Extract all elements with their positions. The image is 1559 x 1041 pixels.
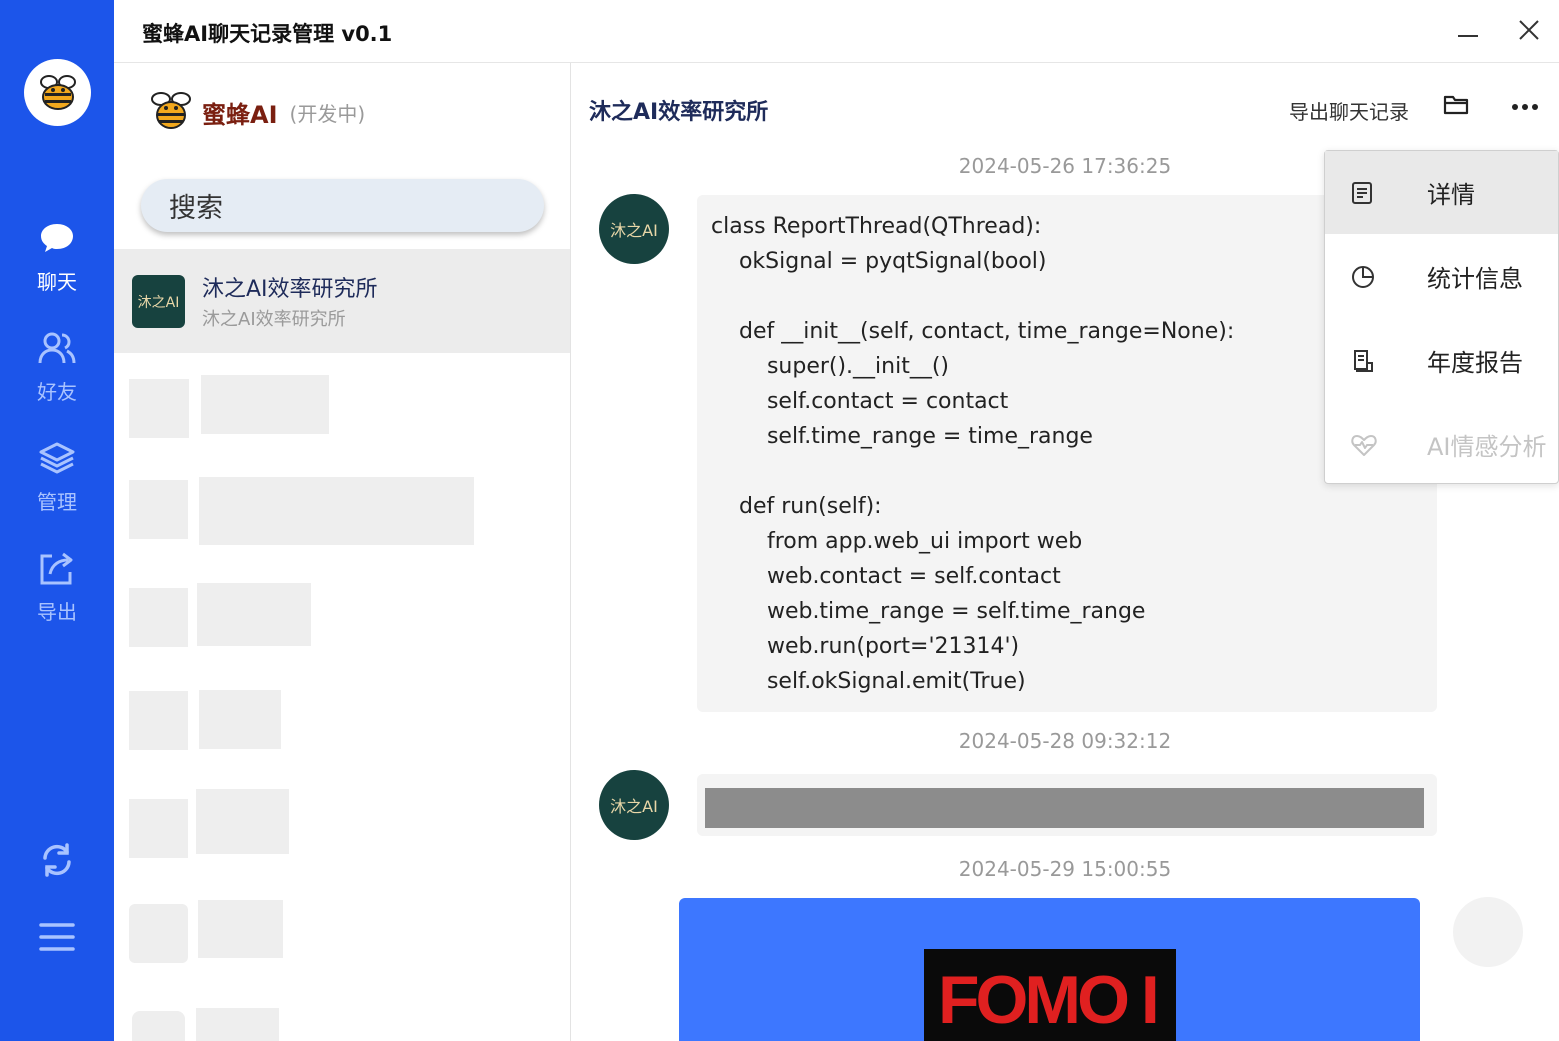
more-dots-icon xyxy=(1511,104,1539,124)
placeholder-avatar xyxy=(129,588,188,647)
menu-item-label: 详情 xyxy=(1427,181,1475,209)
title-bar: 蜜蜂AI聊天记录管理 v0.1 xyxy=(114,0,1559,63)
contact-name: 沐之AI效率研究所 xyxy=(202,277,378,302)
menu-button[interactable] xyxy=(0,922,114,956)
sender-avatar: 沐之AI xyxy=(599,194,669,264)
image-text: FOMO I xyxy=(924,949,1176,1041)
nav-manage[interactable]: 管理 xyxy=(0,438,114,528)
placeholder-avatar xyxy=(132,1011,185,1041)
refresh-button[interactable] xyxy=(0,842,114,882)
refresh-icon xyxy=(39,842,75,882)
export-chat-button[interactable]: 导出聊天记录 xyxy=(1289,96,1409,125)
menu-item-annual-report[interactable]: 年度报告 xyxy=(1325,319,1558,402)
nav-label: 聊天 xyxy=(37,270,77,294)
menu-item-ai-sentiment[interactable]: AI情感分析 xyxy=(1325,403,1558,486)
close-icon xyxy=(1519,20,1539,44)
report-icon xyxy=(1351,349,1377,373)
minimize-icon xyxy=(1458,23,1478,42)
window-title: 蜜蜂AI聊天记录管理 v0.1 xyxy=(142,22,393,46)
close-button[interactable] xyxy=(1513,16,1545,48)
nav-friends[interactable]: 好友 xyxy=(0,328,114,418)
message-timestamp: 2024-05-28 09:32:12 xyxy=(958,729,1172,753)
menu-item-label: 统计信息 xyxy=(1427,265,1523,293)
more-options-button[interactable] xyxy=(1511,94,1539,124)
chat-contact-name: 沐之AI效率研究所 xyxy=(589,100,769,125)
bee-logo-icon xyxy=(24,59,91,126)
menu-item-label: 年度报告 xyxy=(1427,349,1523,377)
menu-item-label: AI情感分析 xyxy=(1427,433,1547,461)
placeholder-text xyxy=(201,375,329,434)
brand: 蜜蜂AI (开发中) xyxy=(148,89,365,135)
layers-icon xyxy=(38,438,76,478)
more-options-menu: 详情 统计信息 年度报告 AI情感分析 xyxy=(1324,150,1559,484)
contact-item[interactable]: 沐之AI 沐之AI效率研究所 沐之AI效率研究所 xyxy=(114,249,570,353)
menu-item-statistics[interactable]: 统计信息 xyxy=(1325,235,1558,318)
placeholder-text xyxy=(196,1008,279,1041)
nav-label: 导出 xyxy=(37,600,77,624)
contact-list-pane: 蜜蜂AI (开发中) 搜索 沐之AI 沐之AI效率研究所 沐之AI效率研究所 xyxy=(114,63,571,1041)
message-timestamp: 2024-05-29 15:00:55 xyxy=(958,857,1172,881)
menu-item-details[interactable]: 详情 xyxy=(1325,151,1558,234)
placeholder-avatar xyxy=(129,480,188,539)
placeholder-text xyxy=(196,789,289,854)
friends-icon xyxy=(38,328,76,368)
redacted-message-bar xyxy=(705,788,1424,828)
nav-chat[interactable]: 聊天 xyxy=(0,218,114,308)
heart-pulse-icon xyxy=(1351,433,1377,457)
sender-avatar: 沐之AI xyxy=(599,770,669,840)
placeholder-avatar xyxy=(129,691,188,750)
brand-name: 蜜蜂AI xyxy=(202,100,278,129)
placeholder-avatar xyxy=(129,379,189,438)
nav-label: 管理 xyxy=(37,490,77,514)
search-input[interactable]: 搜索 xyxy=(141,179,544,232)
left-nav: 聊天 好友 管理 导出 xyxy=(0,0,114,1041)
share-export-icon xyxy=(38,548,76,588)
open-folder-button[interactable] xyxy=(1443,94,1469,120)
folder-icon xyxy=(1443,95,1469,120)
contact-last-message: 沐之AI效率研究所 xyxy=(202,309,346,330)
placeholder-avatar xyxy=(129,904,188,963)
document-icon xyxy=(1351,181,1377,205)
placeholder-text xyxy=(199,477,474,545)
self-avatar xyxy=(1453,897,1523,967)
placeholder-text xyxy=(198,900,283,958)
pie-chart-icon xyxy=(1351,265,1377,289)
placeholder-avatar xyxy=(129,799,188,858)
nav-label: 好友 xyxy=(37,380,77,404)
bee-logo-icon xyxy=(148,89,194,135)
brand-status: (开发中) xyxy=(289,101,366,126)
image-message[interactable]: FOMO I xyxy=(679,898,1420,1041)
placeholder-text xyxy=(197,583,311,646)
hamburger-menu-icon xyxy=(39,922,75,956)
nav-export[interactable]: 导出 xyxy=(0,548,114,638)
minimize-button[interactable] xyxy=(1452,16,1484,48)
chat-bubble-icon xyxy=(39,218,75,258)
contact-avatar: 沐之AI xyxy=(132,275,185,328)
chat-header: 沐之AI效率研究所 导出聊天记录 xyxy=(571,63,1559,151)
placeholder-text xyxy=(199,690,281,749)
